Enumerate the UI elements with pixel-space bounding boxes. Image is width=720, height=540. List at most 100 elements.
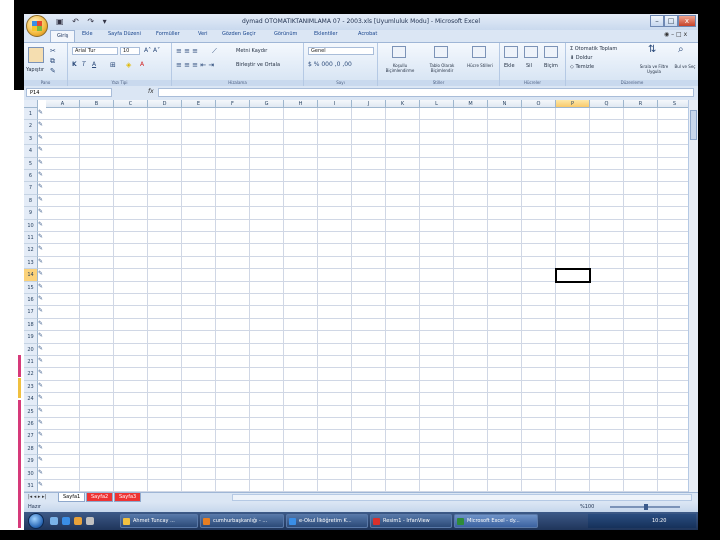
column-header[interactable]: E bbox=[182, 100, 216, 108]
row-header[interactable]: 6 bbox=[24, 170, 38, 183]
font-size-select[interactable]: 10 bbox=[120, 47, 140, 55]
row-header[interactable]: 2 bbox=[24, 120, 38, 133]
office-button[interactable] bbox=[26, 15, 48, 37]
row-header[interactable]: 10 bbox=[24, 219, 38, 232]
row-header[interactable]: 27 bbox=[24, 430, 38, 443]
row-header[interactable]: 1 bbox=[24, 108, 38, 121]
column-header[interactable]: F bbox=[216, 100, 250, 108]
name-box[interactable]: P14 bbox=[26, 88, 112, 97]
format-cells-icon[interactable] bbox=[544, 46, 558, 58]
column-header[interactable]: B bbox=[80, 100, 114, 108]
border-icon[interactable]: ⊞ bbox=[110, 61, 116, 69]
column-header[interactable]: S bbox=[658, 100, 688, 108]
row-header[interactable]: 23 bbox=[24, 380, 38, 394]
sort-filter-button[interactable]: Sırala ve Filtre Uygula bbox=[636, 64, 672, 74]
paste-button[interactable]: Yapıştır bbox=[26, 67, 44, 73]
row-header[interactable]: 11 bbox=[24, 232, 38, 245]
help-icon[interactable]: ◉ – □ x bbox=[664, 31, 687, 38]
format-table-icon[interactable] bbox=[434, 46, 448, 58]
close-button[interactable]: x bbox=[678, 15, 696, 27]
scrollbar-thumb[interactable] bbox=[690, 110, 697, 140]
merge-center-button[interactable]: Birleştir ve Ortala bbox=[236, 62, 280, 68]
column-header[interactable]: N bbox=[488, 100, 522, 108]
format-painter-icon[interactable]: ✎ bbox=[50, 67, 56, 75]
cell-styles-icon[interactable] bbox=[472, 46, 486, 58]
fill-color-icon[interactable]: ◈ bbox=[126, 61, 131, 69]
quick-access-toolbar[interactable]: ▣ ↶ ↷ ▾ bbox=[56, 17, 110, 26]
quicklaunch-icon[interactable] bbox=[86, 517, 94, 525]
conditional-format-icon[interactable] bbox=[392, 46, 406, 58]
row-header[interactable]: 17 bbox=[24, 306, 38, 319]
column-header[interactable]: I bbox=[318, 100, 352, 108]
sheet-nav-buttons[interactable]: |◂ ◂ ▸ ▸| bbox=[28, 494, 46, 500]
row-header[interactable]: 20 bbox=[24, 343, 38, 356]
tab-veri[interactable]: Veri bbox=[198, 31, 208, 37]
zoom-slider-knob[interactable] bbox=[644, 504, 648, 510]
align-top-icon[interactable]: ≡ ≡ ≡ bbox=[176, 47, 198, 55]
formula-input[interactable] bbox=[158, 88, 694, 97]
vertical-scrollbar[interactable] bbox=[688, 100, 698, 492]
column-header[interactable]: M bbox=[454, 100, 488, 108]
column-header[interactable]: L bbox=[420, 100, 454, 108]
row-header[interactable]: 5 bbox=[24, 157, 38, 170]
column-header[interactable]: P bbox=[556, 100, 590, 108]
row-header[interactable]: 12 bbox=[24, 244, 38, 257]
row-header[interactable]: 4 bbox=[24, 145, 38, 158]
tab-gozden-gecir[interactable]: Gözden Geçir bbox=[222, 31, 256, 37]
maximize-button[interactable]: □ bbox=[664, 15, 678, 27]
row-header[interactable]: 24 bbox=[24, 393, 38, 406]
sheet-tab[interactable]: Sayfa1 bbox=[58, 493, 86, 502]
italic-icon[interactable]: T bbox=[82, 61, 86, 69]
cell-styles-button[interactable]: Hücre Stilleri bbox=[464, 63, 496, 68]
row-header[interactable]: 14 bbox=[24, 269, 38, 282]
column-header[interactable]: H bbox=[284, 100, 318, 108]
find-select-icon[interactable]: ⌕ bbox=[678, 45, 684, 55]
grow-font-icon[interactable]: A˄ A˅ bbox=[144, 47, 160, 55]
tab-eklentiler[interactable]: Eklentiler bbox=[314, 31, 338, 37]
sheet-tab[interactable]: Sayfa3 bbox=[114, 493, 142, 502]
cut-icon[interactable]: ✂ bbox=[50, 47, 56, 55]
row-header[interactable]: 8 bbox=[24, 194, 38, 208]
tab-gorunum[interactable]: Görünüm bbox=[274, 31, 297, 37]
orientation-icon[interactable]: ⟋ bbox=[212, 47, 217, 55]
row-header[interactable]: 22 bbox=[24, 368, 38, 381]
taskbar-button[interactable]: Resim1 - IrfanView bbox=[370, 514, 452, 528]
row-header[interactable]: 16 bbox=[24, 294, 38, 307]
row-header[interactable]: 21 bbox=[24, 356, 38, 369]
insert-cells-button[interactable]: Ekle bbox=[504, 63, 515, 69]
autosum-button[interactable]: Σ Otomatik Toplam bbox=[570, 46, 617, 52]
column-header[interactable]: G bbox=[250, 100, 284, 108]
row-header[interactable]: 31 bbox=[24, 480, 38, 492]
wrap-text-button[interactable]: Metni Kaydır bbox=[236, 48, 267, 54]
currency-icon[interactable]: $ % 000 ,0 ,00 bbox=[308, 61, 352, 69]
row-header[interactable]: 7 bbox=[24, 182, 38, 195]
clear-button[interactable]: ◇ Temizle bbox=[570, 64, 594, 70]
align-left-icon[interactable]: ≡ ≡ ≡ ⇤ ⇥ bbox=[176, 61, 214, 69]
row-header[interactable]: 25 bbox=[24, 405, 38, 418]
tab-formuller[interactable]: Formüller bbox=[156, 31, 180, 37]
tab-giris[interactable]: Giriş bbox=[50, 30, 76, 42]
spreadsheet-grid[interactable]: A B C D E F G H I J K L M N O P Q R S 1 ✎ 2 ✎ 3 ✎ 4 ✎ 5 ✎ 6 ✎ 7 ✎ 8 ✎ 9 ✎ 10 ✎… bbox=[24, 100, 688, 492]
show-desktop-icon[interactable] bbox=[50, 517, 58, 525]
start-button[interactable] bbox=[28, 513, 44, 529]
minimize-button[interactable]: – bbox=[650, 15, 664, 27]
column-header[interactable]: O bbox=[522, 100, 556, 108]
row-header[interactable]: 15 bbox=[24, 281, 38, 294]
number-format-select[interactable]: Genel bbox=[308, 47, 374, 55]
underline-icon[interactable]: A bbox=[92, 61, 96, 69]
row-header[interactable]: 3 bbox=[24, 132, 38, 146]
row-header[interactable]: 19 bbox=[24, 331, 38, 344]
column-header[interactable]: J bbox=[352, 100, 386, 108]
row-header[interactable]: 26 bbox=[24, 418, 38, 431]
column-header[interactable]: C bbox=[114, 100, 148, 108]
row-header[interactable]: 30 bbox=[24, 467, 38, 480]
fill-button[interactable]: ⬇ Doldur bbox=[570, 55, 592, 61]
sheet-tab[interactable]: Sayfa2 bbox=[86, 493, 114, 502]
conditional-format-button[interactable]: Koşullu Biçimlendirme bbox=[380, 63, 420, 73]
row-header[interactable]: 18 bbox=[24, 318, 38, 332]
format-cells-button[interactable]: Biçim bbox=[544, 63, 558, 69]
row-header[interactable]: 28 bbox=[24, 442, 38, 456]
format-table-button[interactable]: Tablo Olarak Biçimlendir bbox=[422, 63, 462, 73]
taskbar-button[interactable]: cumhurbaşkanlığı - ... bbox=[200, 514, 284, 528]
taskbar-button[interactable]: e-Okul İlköğretim K... bbox=[286, 514, 368, 528]
